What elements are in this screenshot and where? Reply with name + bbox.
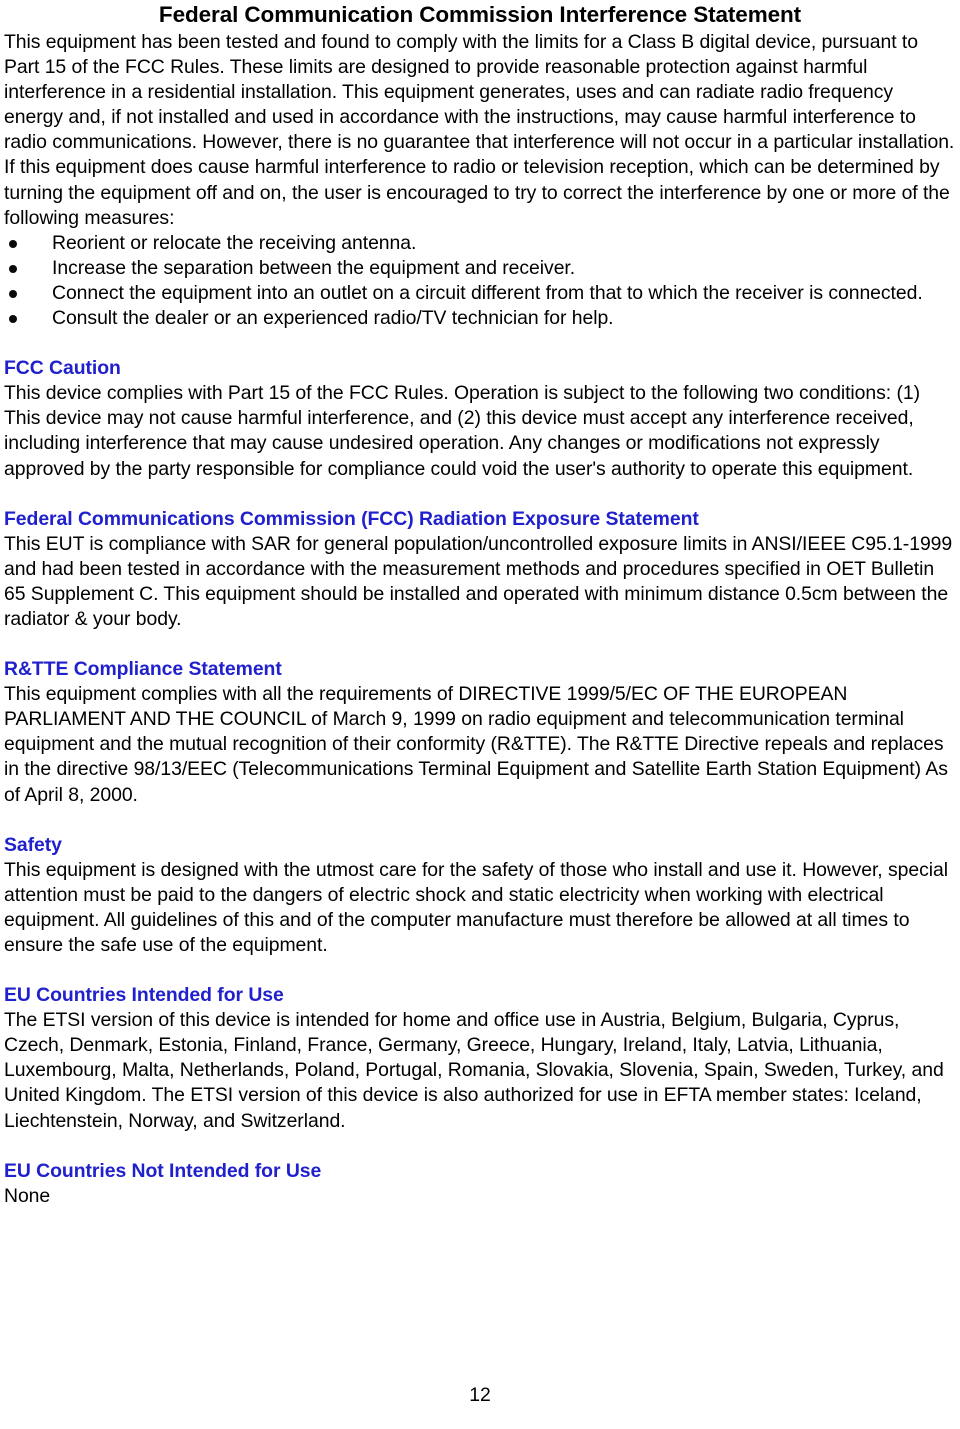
section-heading: FCC Caution — [4, 357, 121, 380]
intro-paragraph: This equipment has been tested and found… — [4, 31, 955, 229]
list-item: Reorient or relocate the receiving anten… — [4, 231, 956, 256]
list-item-label: Connect the equipment into an outlet on … — [52, 281, 923, 304]
section-body: This equipment complies with all the req… — [4, 683, 948, 806]
section-body: None — [4, 1184, 51, 1207]
page-number: 12 — [469, 1384, 491, 1406]
section-heading: R&TTE Compliance Statement — [4, 658, 282, 681]
list-item: Increase the separation between the equi… — [4, 256, 956, 281]
bullet-icon — [9, 315, 17, 324]
list-item-label: Reorient or relocate the receiving anten… — [52, 231, 417, 254]
page-title: Federal Communication Commission Interfe… — [158, 2, 802, 27]
bullet-icon — [9, 264, 17, 273]
section-body: The ETSI version of this device is inten… — [4, 1009, 944, 1132]
section-body: This equipment is designed with the utmo… — [4, 858, 948, 956]
section-heading: Federal Communications Commission (FCC) … — [4, 507, 699, 530]
section-eu-countries-not-intended: EU Countries Not Intended for Use None — [4, 1159, 956, 1209]
list-item-label: Consult the dealer or an experienced rad… — [52, 307, 614, 330]
list-item: Consult the dealer or an experienced rad… — [4, 306, 956, 331]
section-rtte-compliance: R&TTE Compliance Statement This equipmen… — [4, 657, 956, 808]
bullet-icon — [9, 289, 17, 298]
bullet-icon — [9, 239, 17, 248]
section-fcc-caution: FCC Caution This device complies with Pa… — [4, 356, 956, 481]
section-safety: Safety This equipment is designed with t… — [4, 833, 956, 958]
list-item: Connect the equipment into an outlet on … — [4, 281, 956, 306]
section-body: This EUT is compliance with SAR for gene… — [4, 532, 953, 630]
document-page: Federal Communication Commission Interfe… — [0, 0, 960, 1429]
section-radiation-exposure: Federal Communications Commission (FCC) … — [4, 507, 956, 632]
corrective-measures-list: Reorient or relocate the receiving anten… — [4, 231, 956, 331]
section-heading: EU Countries Intended for Use — [4, 984, 284, 1007]
list-item-label: Increase the separation between the equi… — [52, 256, 576, 279]
section-heading: Safety — [4, 833, 62, 856]
section-eu-countries-intended: EU Countries Intended for Use The ETSI v… — [4, 983, 956, 1134]
section-heading: EU Countries Not Intended for Use — [4, 1159, 322, 1182]
section-body: This device complies with Part 15 of the… — [4, 382, 921, 480]
